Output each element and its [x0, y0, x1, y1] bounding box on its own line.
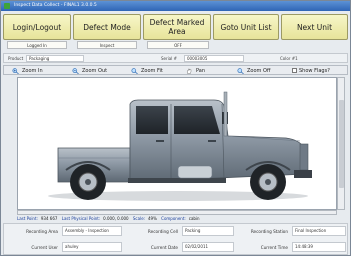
zoom-in-label: Zoom In	[22, 67, 43, 74]
unit-info-row: Product Packaging Serial # 00003005 Colo…	[3, 53, 348, 63]
zoom-out-button[interactable]: Zoom Out	[72, 67, 107, 74]
window-title: Inspect Data Collect - FINAL1 3.0.0.5	[14, 3, 97, 8]
zoom-off-button[interactable]: Zoom Off	[237, 67, 270, 74]
component-label: Component:	[161, 216, 186, 221]
recording-cell-value: Packing	[182, 226, 234, 236]
zoom-out-icon	[72, 67, 79, 74]
next-unit-button[interactable]: Next Unit	[281, 14, 348, 40]
scale-label: Scale:	[132, 216, 145, 221]
current-date-label: Current Date	[150, 245, 178, 250]
current-time-value: 14:48:39	[292, 242, 346, 252]
recording-station-value: Final Inspection	[292, 226, 346, 236]
zoom-fit-button[interactable]: Zoom Fit	[131, 67, 163, 74]
current-user-label: Current User	[31, 245, 58, 250]
zoom-in-button[interactable]: Zoom In	[12, 67, 43, 74]
pan-hand-icon	[186, 68, 193, 74]
current-time-label: Current Time	[260, 245, 288, 250]
defect-area-status: OFF	[147, 41, 209, 49]
serial-label: Serial #	[161, 56, 177, 61]
scale-value: 49%	[148, 216, 157, 221]
component-value: cabin	[188, 216, 200, 221]
last-point-value: 934 667	[40, 216, 58, 221]
image-toolbar: Zoom In Zoom Out Zoom Fit Pan Zoom Off S…	[3, 65, 348, 75]
vertical-scroll-thumb[interactable]	[339, 100, 344, 188]
title-bar: Inspect Data Collect - FINAL1 3.0.0.5	[1, 1, 350, 11]
zoom-fit-icon	[131, 67, 138, 74]
viewer-horizontal-scrollbar[interactable]	[17, 210, 337, 215]
current-user-value: ahuley	[62, 242, 122, 252]
main-button-row: Login/Logout Defect Mode Defect Marked A…	[3, 14, 348, 40]
recording-info-panel: Recording Area Assembly - Inspection Rec…	[3, 223, 348, 255]
recording-area-label: Recording Area	[26, 229, 58, 234]
goto-unit-list-button[interactable]: Goto Unit List	[213, 14, 279, 40]
defect-marked-area-button[interactable]: Defect Marked Area	[143, 14, 211, 40]
viewer-status-line: Last Point: 934 667 Last Physical Point: 0…	[17, 216, 347, 222]
zoom-out-label: Zoom Out	[82, 67, 108, 74]
show-flags-label: Show Flags?	[299, 67, 330, 74]
product-value: Packaging	[26, 55, 84, 62]
zoom-off-icon	[237, 67, 244, 74]
product-label: Product	[8, 56, 24, 61]
unit-image-viewer[interactable]	[17, 77, 337, 210]
app-window: Inspect Data Collect - FINAL1 3.0.0.5 Lo…	[0, 0, 351, 256]
color-label: Color #1	[280, 56, 298, 61]
app-icon	[4, 3, 10, 9]
current-date-value: 02/02/2011	[182, 242, 234, 252]
show-flags-toggle[interactable]: Show Flags?	[292, 67, 330, 74]
defect-mode-button[interactable]: Defect Mode	[73, 14, 141, 40]
zoom-off-label: Zoom Off	[247, 67, 271, 74]
last-point-label: Last Point:	[17, 216, 38, 221]
login-logout-button[interactable]: Login/Logout	[3, 14, 71, 40]
recording-area-value: Assembly - Inspection	[62, 226, 122, 236]
recording-cell-label: Recording Cell	[147, 229, 178, 234]
pan-button[interactable]: Pan	[186, 67, 205, 74]
viewer-vertical-scrollbar[interactable]	[337, 77, 345, 210]
last-physical-point-value: 0.000, 0.000	[103, 216, 129, 221]
zoom-fit-label: Zoom Fit	[141, 67, 163, 74]
login-status: Logged In	[7, 41, 67, 49]
mode-status: Inspect	[77, 41, 137, 49]
pan-label: Pan	[196, 67, 206, 74]
zoom-in-icon	[12, 67, 19, 74]
truck-image	[48, 91, 312, 201]
serial-value: 00003005	[184, 55, 244, 62]
show-flags-checkbox[interactable]	[292, 68, 297, 73]
last-physical-point-label: Last Physical Point:	[61, 216, 101, 221]
recording-station-label: Recording Station	[250, 229, 288, 234]
